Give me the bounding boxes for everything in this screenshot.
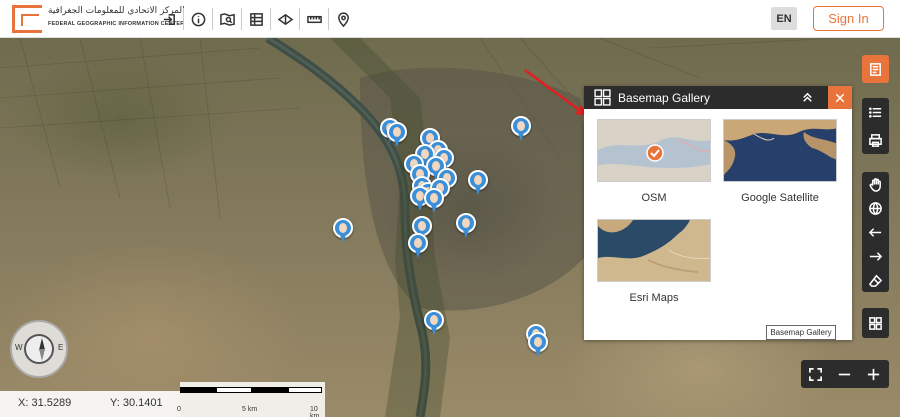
compass-rose-icon: [24, 334, 54, 364]
scale-segment: [252, 387, 288, 393]
pan-hand-icon[interactable]: [862, 172, 889, 196]
y-coordinate: Y: 30.1401: [110, 397, 163, 409]
basemap-thumb-google-satellite[interactable]: [723, 119, 837, 182]
zoom-out-icon[interactable]: [830, 360, 859, 388]
eraser-icon[interactable]: [862, 268, 889, 292]
esri-maps-thumbnail-image: [598, 220, 710, 281]
map-pin[interactable]: [468, 170, 488, 196]
basemap-list-button[interactable]: [862, 55, 889, 83]
scale-bar: 0 5 km 10 km: [177, 382, 325, 417]
basemap-gallery-panel: Basemap Gallery OSM Google Satellite Esr…: [584, 86, 852, 340]
map-tools-group-1: [862, 98, 889, 154]
collapse-icon[interactable]: [800, 90, 815, 105]
table-icon[interactable]: [242, 8, 271, 30]
location-icon[interactable]: [329, 8, 358, 30]
measure-icon[interactable]: [300, 8, 329, 30]
basemap-thumb-osm[interactable]: [597, 119, 711, 182]
map-pin[interactable]: [408, 233, 428, 259]
basemap-gallery-tooltip: Basemap Gallery: [766, 325, 836, 340]
print-icon[interactable]: [862, 126, 889, 154]
map-pin[interactable]: [511, 116, 531, 142]
layers-list-icon[interactable]: [862, 98, 889, 126]
scale-label: 10 km: [310, 406, 320, 417]
scale-segment: [216, 387, 252, 393]
close-icon: [835, 93, 845, 102]
zoom-controls: [801, 360, 889, 388]
panel-header: Basemap Gallery: [584, 86, 852, 109]
basemap-gallery-icon: [862, 308, 889, 338]
login-icon[interactable]: [155, 8, 184, 30]
map-pin[interactable]: [424, 188, 444, 214]
map-pin[interactable]: [456, 213, 476, 239]
basemap-label-osm: OSM: [641, 192, 667, 204]
basemap-label-esri-maps: Esri Maps: [629, 292, 679, 304]
compass-west-label: W: [15, 343, 23, 352]
basemap-gallery-icon: [594, 89, 611, 106]
map-pin[interactable]: [528, 332, 548, 358]
osm-thumbnail-image: [598, 120, 710, 181]
fgic-logo[interactable]: المركز الاتحادي للمعلومات الجغرافية FEDE…: [12, 4, 185, 34]
sign-in-button[interactable]: Sign In: [813, 6, 884, 31]
arrow-left-icon[interactable]: [862, 220, 889, 244]
scale-label: 5 km: [242, 406, 258, 413]
compass-east-label: E: [58, 343, 64, 352]
info-icon[interactable]: [184, 8, 213, 30]
basemap-list-icon: [862, 55, 889, 83]
header-toolbar: [155, 8, 358, 30]
zoom-in-icon[interactable]: [859, 360, 888, 388]
map-search-icon[interactable]: [213, 8, 242, 30]
fullscreen-icon[interactable]: [801, 360, 830, 388]
logo-mark: [12, 5, 42, 33]
coordinates-bar: X: 31.5289 Y: 30.1401: [0, 391, 180, 417]
globe-icon[interactable]: [862, 196, 889, 220]
close-button[interactable]: [828, 86, 852, 109]
language-toggle-button[interactable]: EN: [771, 7, 797, 30]
arrow-right-icon[interactable]: [862, 244, 889, 268]
basemap-thumb-esri-maps[interactable]: [597, 219, 711, 282]
basemap-label-google-satellite: Google Satellite: [741, 192, 819, 204]
scale-segment: [180, 387, 216, 393]
compass-widget[interactable]: W E: [10, 320, 68, 378]
scale-label: 0: [177, 406, 181, 413]
map-tools-group-2: [862, 172, 889, 292]
scale-segment: [288, 387, 322, 393]
google-satellite-thumbnail-image: [724, 120, 836, 181]
map-pin[interactable]: [333, 218, 353, 244]
panel-title: Basemap Gallery: [618, 91, 711, 105]
top-header: المركز الاتحادي للمعلومات الجغرافية FEDE…: [0, 0, 900, 38]
compare-icon[interactable]: [271, 8, 300, 30]
map-pin[interactable]: [387, 122, 407, 148]
x-coordinate: X: 31.5289: [18, 397, 72, 409]
basemap-gallery-button[interactable]: [862, 308, 889, 338]
map-pin[interactable]: [424, 310, 444, 336]
